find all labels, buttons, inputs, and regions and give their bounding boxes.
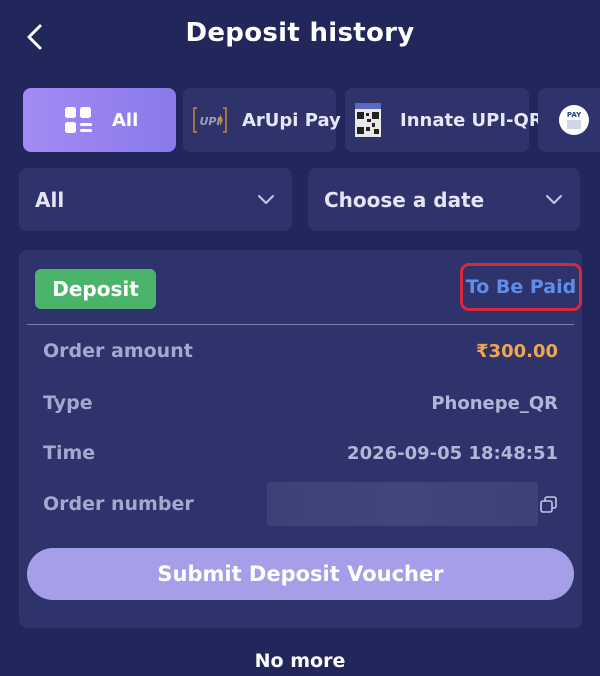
- svg-text:PAY: PAY: [567, 111, 582, 119]
- order-amount-value: ₹300.00: [476, 340, 558, 362]
- submit-deposit-voucher-button[interactable]: Submit Deposit Voucher: [27, 548, 574, 600]
- order-number-redacted: [267, 482, 538, 526]
- tab-arupi-pay[interactable]: UPI ArUpi Pay: [183, 88, 341, 152]
- chevron-down-icon: [546, 194, 562, 204]
- type-row: Type Phonepe_QR: [43, 388, 558, 418]
- header: Deposit history: [0, 0, 600, 72]
- chevron-down-icon: [258, 194, 274, 204]
- tab-innate-upi-qr[interactable]: Innate UPI-QR: [345, 88, 543, 152]
- order-amount-row: Order amount ₹300.00: [43, 336, 558, 366]
- status-badge: To Be Paid: [460, 263, 582, 311]
- copy-icon[interactable]: [539, 495, 559, 515]
- svg-text:UPI: UPI: [199, 115, 220, 128]
- upi-logo-icon: UPI: [193, 105, 227, 135]
- deposit-badge: Deposit: [35, 269, 156, 309]
- type-filter-select[interactable]: All: [19, 168, 292, 231]
- date-filter-select[interactable]: Choose a date: [308, 168, 580, 231]
- grid-list-icon: [64, 106, 94, 134]
- time-row: Time 2026-09-05 18:48:51: [43, 438, 558, 468]
- order-number-label: Order number: [43, 493, 194, 515]
- order-amount-label: Order amount: [43, 340, 193, 362]
- time-label: Time: [43, 442, 96, 464]
- tab-label: All: [112, 109, 139, 131]
- date-filter-value: Choose a date: [324, 187, 485, 212]
- payment-method-tabs: All UPI ArUpi Pay Innate UPI-QR PAY: [0, 86, 600, 154]
- time-value: 2026-09-05 18:48:51: [347, 442, 558, 464]
- page-title: Deposit history: [185, 18, 415, 48]
- paytm-logo-icon: PAY: [558, 104, 590, 136]
- tab-paytm[interactable]: PAY: [538, 88, 600, 152]
- tab-all[interactable]: All: [23, 88, 176, 152]
- type-value: Phonepe_QR: [431, 392, 558, 414]
- tab-label: Innate UPI-QR: [400, 109, 543, 131]
- divider: [27, 324, 574, 325]
- qr-code-icon: [355, 103, 381, 137]
- type-filter-value: All: [35, 187, 65, 212]
- no-more-text: No more: [254, 650, 346, 672]
- tab-label: ArUpi Pay: [242, 109, 341, 131]
- type-label: Type: [43, 392, 93, 414]
- deposit-record-card: Deposit To Be Paid Order amount ₹300.00 …: [19, 250, 582, 628]
